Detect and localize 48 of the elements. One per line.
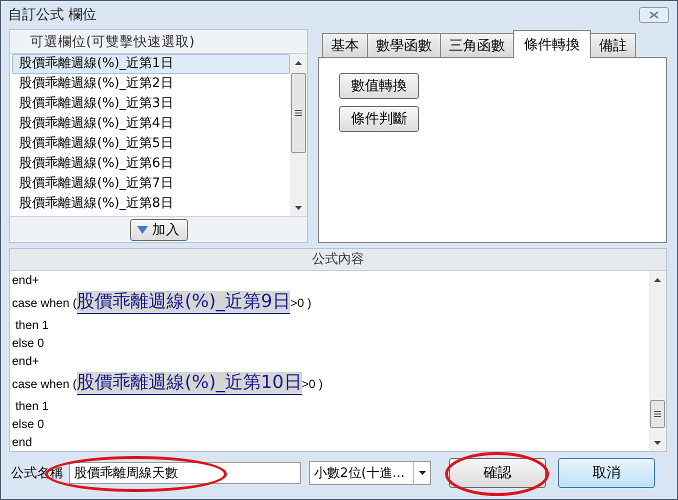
window-title: 自訂公式 欄位 [8,6,96,24]
tab[interactable]: 基本 [322,33,368,57]
arrow-down-icon [654,440,661,444]
tab[interactable]: 條件轉換 [513,30,591,58]
confirm-button[interactable]: 確認 [449,458,546,488]
caret-icon [418,471,426,475]
name-field[interactable]: 股價乖離周線天數 [69,462,301,484]
scrollbar[interactable] [290,54,307,216]
field-list-item[interactable]: 股價乖離週線(%)_近第7日 [12,174,290,194]
arrow-down-icon [137,226,148,234]
arrow-down-icon [295,206,302,210]
tab[interactable]: 數學函數 [367,33,441,57]
scrollbar[interactable] [649,271,666,451]
arrow-up-icon [295,60,302,64]
formula-line: then 1 [14,317,50,334]
arrow-up-icon [654,278,661,282]
formula-line: else 0 [12,416,46,433]
tab[interactable]: 備註 [590,33,636,57]
close-button[interactable] [639,7,669,23]
panel-header: 公式內容 [10,249,666,271]
formula-text: case when ( [12,296,77,310]
formula-line: end+ [12,272,40,289]
field-list-item[interactable]: 股價乖離週線(%)_近第5日 [12,134,290,154]
formula-text: case when ( [12,376,77,390]
field-token: 股價乖離週線(%)_近第10日 [76,372,302,395]
tab[interactable]: 三角函數 [440,33,514,57]
field-list-item[interactable]: 股價乖離週線(%)_近第4日 [12,114,290,134]
field-list-item[interactable]: 股價乖離週線(%)_近第1日 [12,54,290,74]
formula-text: >0 ) [302,376,323,390]
field-list-item[interactable]: 股價乖離週線(%)_近第2日 [12,74,290,94]
add-button[interactable]: 加入 [130,218,188,240]
formula-line: end [12,434,34,451]
formula-line: else 0 [12,335,46,352]
formula-text: >0 ) [290,296,312,310]
function-button[interactable]: 條件判斷 [339,106,419,132]
close-icon [649,11,659,19]
decimal-dropdown[interactable]: 小數2位(十進... [309,461,431,485]
cancel-button[interactable]: 取消 [558,458,655,488]
grip-icon [295,110,302,116]
field-list-item[interactable]: 股價乖離週線(%)_近第6日 [12,154,290,174]
field-list-item[interactable]: 股價乖離週線(%)_近第8日 [12,194,290,214]
formula-line: end+ [12,353,40,370]
panel-header: 可選欄位(可雙擊快速選取) [29,33,196,52]
field-token: 股價乖離週線(%)_近第9日 [76,291,290,314]
function-button[interactable]: 數值轉換 [339,73,419,99]
grip-icon [654,411,661,417]
field-list-item[interactable]: 股價乖離週線(%)_近第3日 [12,94,290,114]
formula-line: then 1 [14,398,50,415]
